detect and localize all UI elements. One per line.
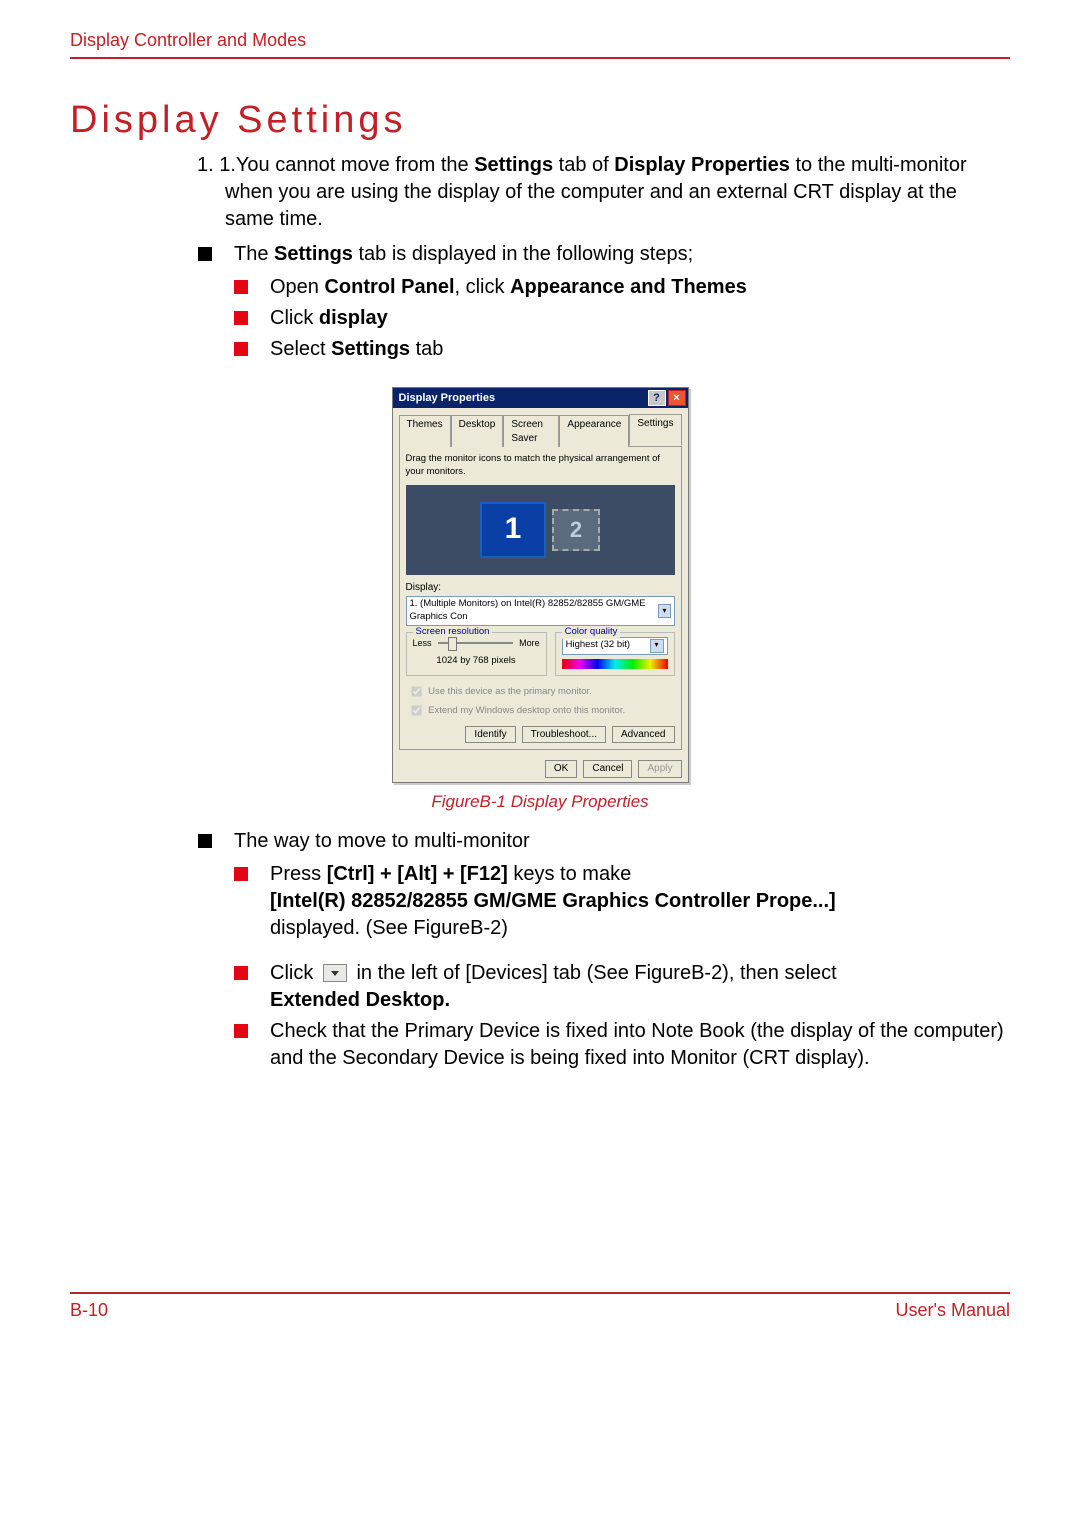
numbered-item-1: 1. 1.You cannot move from the Settings t…: [225, 152, 1010, 233]
square-bullet-icon: [234, 1024, 248, 1038]
color-quality-dropdown[interactable]: Highest (32 bit) ▾: [562, 637, 668, 655]
extend-desktop-checkbox-row: Extend my Windows desktop onto this moni…: [406, 701, 675, 720]
slider-more-label: More: [519, 637, 540, 649]
help-button[interactable]: ?: [648, 390, 666, 406]
square-bullet-icon: [198, 834, 212, 848]
bullet-settings-tab: The Settings tab is displayed in the fol…: [198, 241, 1010, 268]
section-title: Display Settings: [70, 99, 1010, 142]
color-group-title: Color quality: [562, 626, 621, 639]
color-quality-value: Highest (32 bit): [566, 639, 630, 652]
monitor-arrangement-area[interactable]: 1 2: [406, 485, 675, 575]
close-button[interactable]: ×: [668, 390, 686, 406]
sub-check-primary: Check that the Primary Device is fixed i…: [234, 1018, 1010, 1072]
window-titlebar: Display Properties ? ×: [393, 388, 688, 408]
item1-number: 1.: [197, 154, 214, 176]
cancel-button[interactable]: Cancel: [583, 760, 632, 778]
slider-thumb[interactable]: [448, 637, 457, 651]
drag-hint-text: Drag the monitor icons to match the phys…: [406, 453, 675, 479]
display-dropdown[interactable]: 1. (Multiple Monitors) on Intel(R) 82852…: [406, 596, 675, 626]
tab-themes[interactable]: Themes: [399, 415, 451, 447]
monitor-1-icon[interactable]: 1: [480, 502, 546, 558]
ok-button[interactable]: OK: [545, 760, 577, 778]
chevron-down-icon: ▾: [650, 639, 664, 653]
sub-click-display: Click display: [234, 305, 1010, 332]
color-preview-strip: [562, 659, 668, 669]
identify-button[interactable]: Identify: [465, 726, 515, 744]
resolution-slider[interactable]: [438, 642, 514, 644]
primary-monitor-checkbox-row: Use this device as the primary monitor.: [406, 682, 675, 701]
extend-desktop-checkbox: [411, 705, 421, 715]
footer-rule: [70, 1292, 1010, 1294]
page-number: B-10: [70, 1300, 108, 1321]
sub-select-settings: Select Settings tab: [234, 336, 1010, 363]
bullet-move-multi: The way to move to multi-monitor: [198, 828, 1010, 855]
tab-appearance[interactable]: Appearance: [559, 415, 629, 447]
monitor-2-icon[interactable]: 2: [552, 509, 600, 551]
slider-less-label: Less: [413, 637, 432, 649]
resolution-value: 1024 by 768 pixels: [413, 655, 540, 668]
header-rule: [70, 57, 1010, 59]
figure-caption: FigureB-1 Display Properties: [431, 791, 648, 814]
sub-open-control-panel: Open Control Panel, click Appearance and…: [234, 274, 1010, 301]
screen-resolution-group: Screen resolution Less More 1024 by 768 …: [406, 632, 547, 676]
square-bullet-icon: [234, 342, 248, 356]
color-quality-group: Color quality Highest (32 bit) ▾: [555, 632, 675, 676]
square-bullet-icon: [234, 966, 248, 980]
square-bullet-icon: [234, 867, 248, 881]
square-bullet-icon: [234, 311, 248, 325]
tab-desktop[interactable]: Desktop: [451, 415, 504, 447]
tab-strip: Themes Desktop Screen Saver Appearance S…: [393, 408, 688, 446]
sub-click-devices: Click in the left of [Devices] tab (See …: [234, 960, 1010, 1014]
sub-press-keys: Press [Ctrl] + [Alt] + [F12] keys to mak…: [234, 861, 1010, 942]
square-bullet-icon: [234, 280, 248, 294]
dropdown-icon: [323, 964, 347, 982]
tab-screensaver[interactable]: Screen Saver: [503, 415, 559, 447]
primary-monitor-checkbox: [411, 686, 421, 696]
advanced-button[interactable]: Advanced: [612, 726, 674, 744]
square-bullet-icon: [198, 247, 212, 261]
chapter-header: Display Controller and Modes: [70, 30, 1010, 51]
apply-button[interactable]: Apply: [638, 760, 681, 778]
display-dropdown-value: 1. (Multiple Monitors) on Intel(R) 82852…: [410, 598, 659, 624]
display-properties-window: Display Properties ? × Themes Desktop Sc…: [392, 387, 689, 783]
window-title: Display Properties: [399, 391, 646, 406]
troubleshoot-button[interactable]: Troubleshoot...: [522, 726, 606, 744]
footer-manual-label: User's Manual: [896, 1300, 1010, 1321]
tab-settings[interactable]: Settings: [629, 414, 681, 446]
chevron-down-icon: ▾: [658, 604, 670, 618]
display-label: Display:: [406, 581, 675, 595]
